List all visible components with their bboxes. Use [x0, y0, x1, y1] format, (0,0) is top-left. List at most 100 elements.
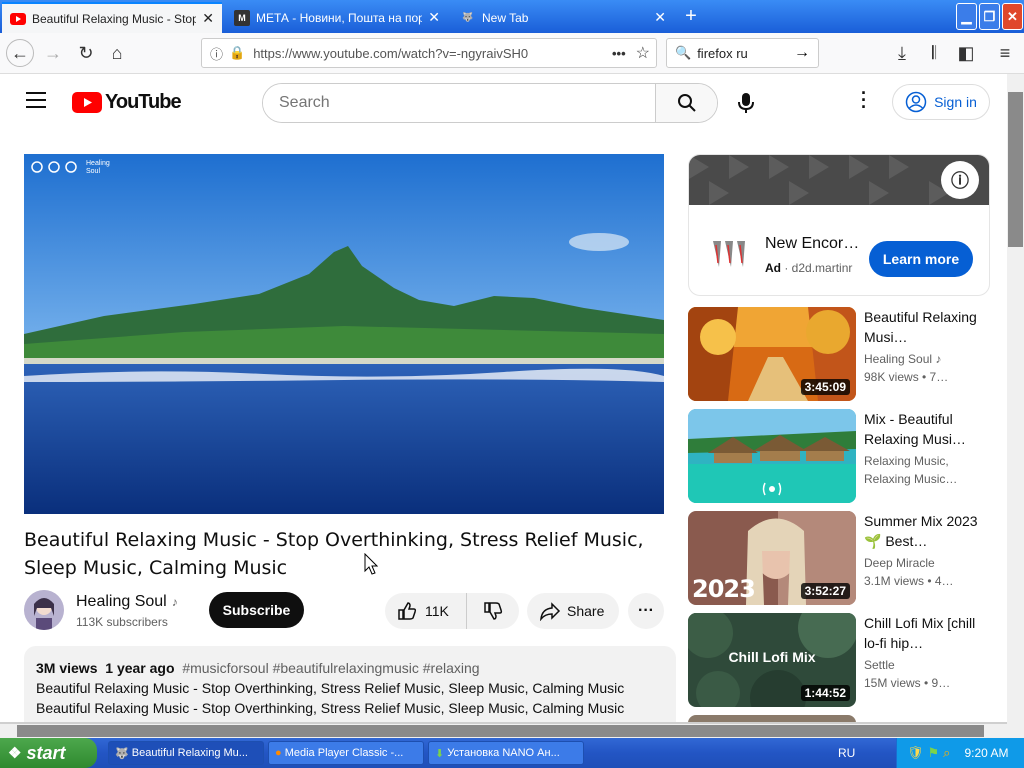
description-line: Beautiful Relaxing Music - Stop Overthin…: [36, 680, 625, 696]
language-indicator[interactable]: RU: [838, 746, 855, 760]
sidebar-icon[interactable]: ◧: [952, 39, 980, 67]
ad-title: New Encor…: [765, 235, 860, 252]
downloads-icon[interactable]: ⤓: [888, 39, 916, 67]
network-icon[interactable]: ⚑: [928, 745, 940, 761]
youtube-logo-text: YouTube: [105, 91, 182, 113]
page-actions-icon[interactable]: •••: [612, 46, 626, 61]
url-bar[interactable]: ⓘ 🔒 https://www.youtube.com/watch?v=-ngy…: [201, 38, 657, 68]
subscribe-button[interactable]: Subscribe: [209, 592, 304, 628]
youtube-search-input[interactable]: [263, 84, 655, 122]
youtube-search-button[interactable]: [655, 84, 717, 122]
close-tab-icon[interactable]: ✕: [428, 9, 440, 26]
video-thumbnail: [688, 409, 856, 503]
lock-icon: 🔒: [229, 45, 246, 60]
related-title: Chill Lofi Mix [chill lo-fi hip…: [864, 615, 976, 651]
taskbar-item-label: Beautiful Relaxing Mu...: [131, 747, 248, 759]
search-bar[interactable]: 🔍 firefox ru →: [666, 38, 819, 68]
h-scrollbar-thumb[interactable]: [17, 725, 984, 737]
scrollbar-thumb[interactable]: [1008, 92, 1023, 247]
menu-icon[interactable]: ≡: [991, 39, 1019, 67]
restore-icon[interactable]: ❐: [979, 3, 1000, 30]
taskbar-item-mpc[interactable]: ● Media Player Classic -...: [268, 741, 424, 765]
ad-badge: Ad: [765, 261, 781, 275]
hashtags[interactable]: #musicforsoul #beautifulrelaxingmusic #r…: [182, 660, 479, 676]
system-tray: 🛡 ⚑ ⌕ 9:20 AM: [896, 738, 1024, 768]
tab-title: Beautiful Relaxing Music - Stop Ov: [32, 11, 196, 26]
forward-icon[interactable]: →: [39, 39, 67, 67]
vertical-scrollbar[interactable]: [1007, 74, 1024, 724]
youtube-logo[interactable]: YouTube: [72, 91, 182, 114]
related-meta: 3.1M views • 4…: [864, 574, 954, 588]
start-button[interactable]: ❖ start: [0, 738, 97, 768]
search-tray-icon[interactable]: ⌕: [943, 745, 950, 761]
related-channel: Healing Soul ♪: [864, 352, 984, 366]
search-go-icon[interactable]: →: [794, 44, 810, 62]
channel-avatar[interactable]: [24, 590, 64, 630]
related-video[interactable]: Mix - Beautiful Relaxing Musi… Relaxing …: [688, 409, 990, 503]
url-text: https://www.youtube.com/watch?v=-ngyraiv…: [253, 45, 529, 61]
ad-info-icon[interactable]: ⓘ: [941, 161, 979, 199]
account-icon: [905, 91, 927, 113]
share-button[interactable]: Share: [527, 593, 619, 629]
minimize-icon[interactable]: ▁: [956, 3, 977, 30]
new-tab-plus-icon[interactable]: +: [680, 4, 702, 28]
video-title: Beautiful Relaxing Music - Stop Overthin…: [24, 529, 644, 579]
close-tab-icon[interactable]: ✕: [654, 9, 666, 26]
close-window-icon[interactable]: ✕: [1002, 3, 1023, 30]
channel-watermark: Healing Soul: [86, 160, 110, 175]
tab-new-tab[interactable]: 🐺 New Tab ✕: [452, 2, 674, 33]
taskbar-item-label: Установка NANO Ан...: [447, 747, 560, 759]
more-actions-icon[interactable]: ···: [628, 593, 664, 629]
mouse-cursor-icon: [364, 553, 378, 575]
clock: 9:20 AM: [964, 746, 1009, 760]
learn-more-button[interactable]: Learn more: [869, 241, 973, 277]
description-line: Beautiful Relaxing Music - Stop Overthin…: [36, 700, 625, 716]
start-label: start: [26, 742, 66, 763]
bookmark-star-icon[interactable]: ☆: [636, 43, 650, 63]
wolf-icon: 🐺: [115, 747, 129, 760]
duration-badge: 3:52:27: [800, 583, 850, 599]
taskbar: ❖ start 🐺 Beautiful Relaxing Mu... ● Med…: [0, 738, 1024, 768]
description-meta: 3M views 1 year ago #musicforsoul #beaut…: [36, 658, 664, 678]
reload-icon[interactable]: ↻: [72, 39, 100, 67]
upload-age: 1 year ago: [105, 660, 175, 676]
youtube-page: YouTube ··· Sign in: [0, 74, 1024, 724]
windows-logo-icon: ❖: [8, 745, 22, 762]
sign-in-button[interactable]: Sign in: [892, 84, 990, 120]
meta-favicon-icon: M: [234, 9, 250, 26]
thumbnail-overlay-text: Chill Lofi Mix: [728, 649, 816, 665]
library-icon[interactable]: 𝄃: [920, 39, 948, 67]
video-thumbnail: 3:45:09: [688, 307, 856, 401]
info-icon[interactable]: ⓘ: [210, 44, 223, 63]
tab-title: МЕТА - Новини, Пошта на портал: [256, 10, 423, 25]
new-tab-favicon-icon: 🐺: [462, 12, 474, 22]
shield-icon[interactable]: 🛡: [907, 745, 924, 761]
duration-badge: 3:45:09: [800, 379, 850, 395]
search-icon: [677, 94, 696, 112]
tab-meta[interactable]: M МЕТА - Новини, Пошта на портал ✕: [226, 2, 448, 33]
back-icon[interactable]: ←: [6, 39, 34, 67]
channel-name[interactable]: Healing Soul ♪: [76, 593, 178, 611]
like-button[interactable]: 11K: [385, 593, 467, 629]
youtube-play-icon: [72, 92, 102, 113]
home-icon[interactable]: ⌂: [103, 39, 131, 67]
dislike-button[interactable]: [467, 593, 519, 629]
taskbar-item-installer[interactable]: ⬇ Установка NANO Ан...: [428, 741, 584, 765]
related-video[interactable]: Chill Lofi Mix 1:44:52 Chill Lofi Mix [c…: [688, 613, 990, 707]
taskbar-item-browser[interactable]: 🐺 Beautiful Relaxing Mu...: [108, 741, 264, 765]
tab-youtube[interactable]: Beautiful Relaxing Music - Stop Ov ✕: [2, 2, 222, 33]
hamburger-menu-icon[interactable]: [26, 92, 46, 108]
more-options-icon[interactable]: · · ·: [858, 84, 870, 116]
microphone-icon[interactable]: [736, 91, 756, 115]
related-video[interactable]: 3:45:09 Beautiful Relaxing Musi… Healing…: [688, 307, 990, 401]
related-video[interactable]: 2023 3:52:27 Summer Mix 2023🌱 Best… Deep…: [688, 511, 990, 605]
horizontal-scrollbar[interactable]: [0, 724, 1024, 738]
related-channel-text: Healing Soul: [864, 352, 933, 366]
related-channel: Settle: [864, 658, 895, 672]
close-tab-icon[interactable]: ✕: [202, 10, 214, 27]
description-box[interactable]: 3M views 1 year ago #musicforsoul #beaut…: [24, 646, 676, 724]
ad-card[interactable]: ⓘ New Encor… Ad · d2d.martinr Learn more: [688, 154, 990, 296]
related-channel: Deep Miracle: [864, 556, 935, 570]
search-engine-icon: 🔍: [675, 45, 692, 60]
video-player[interactable]: Healing Soul: [24, 154, 664, 514]
